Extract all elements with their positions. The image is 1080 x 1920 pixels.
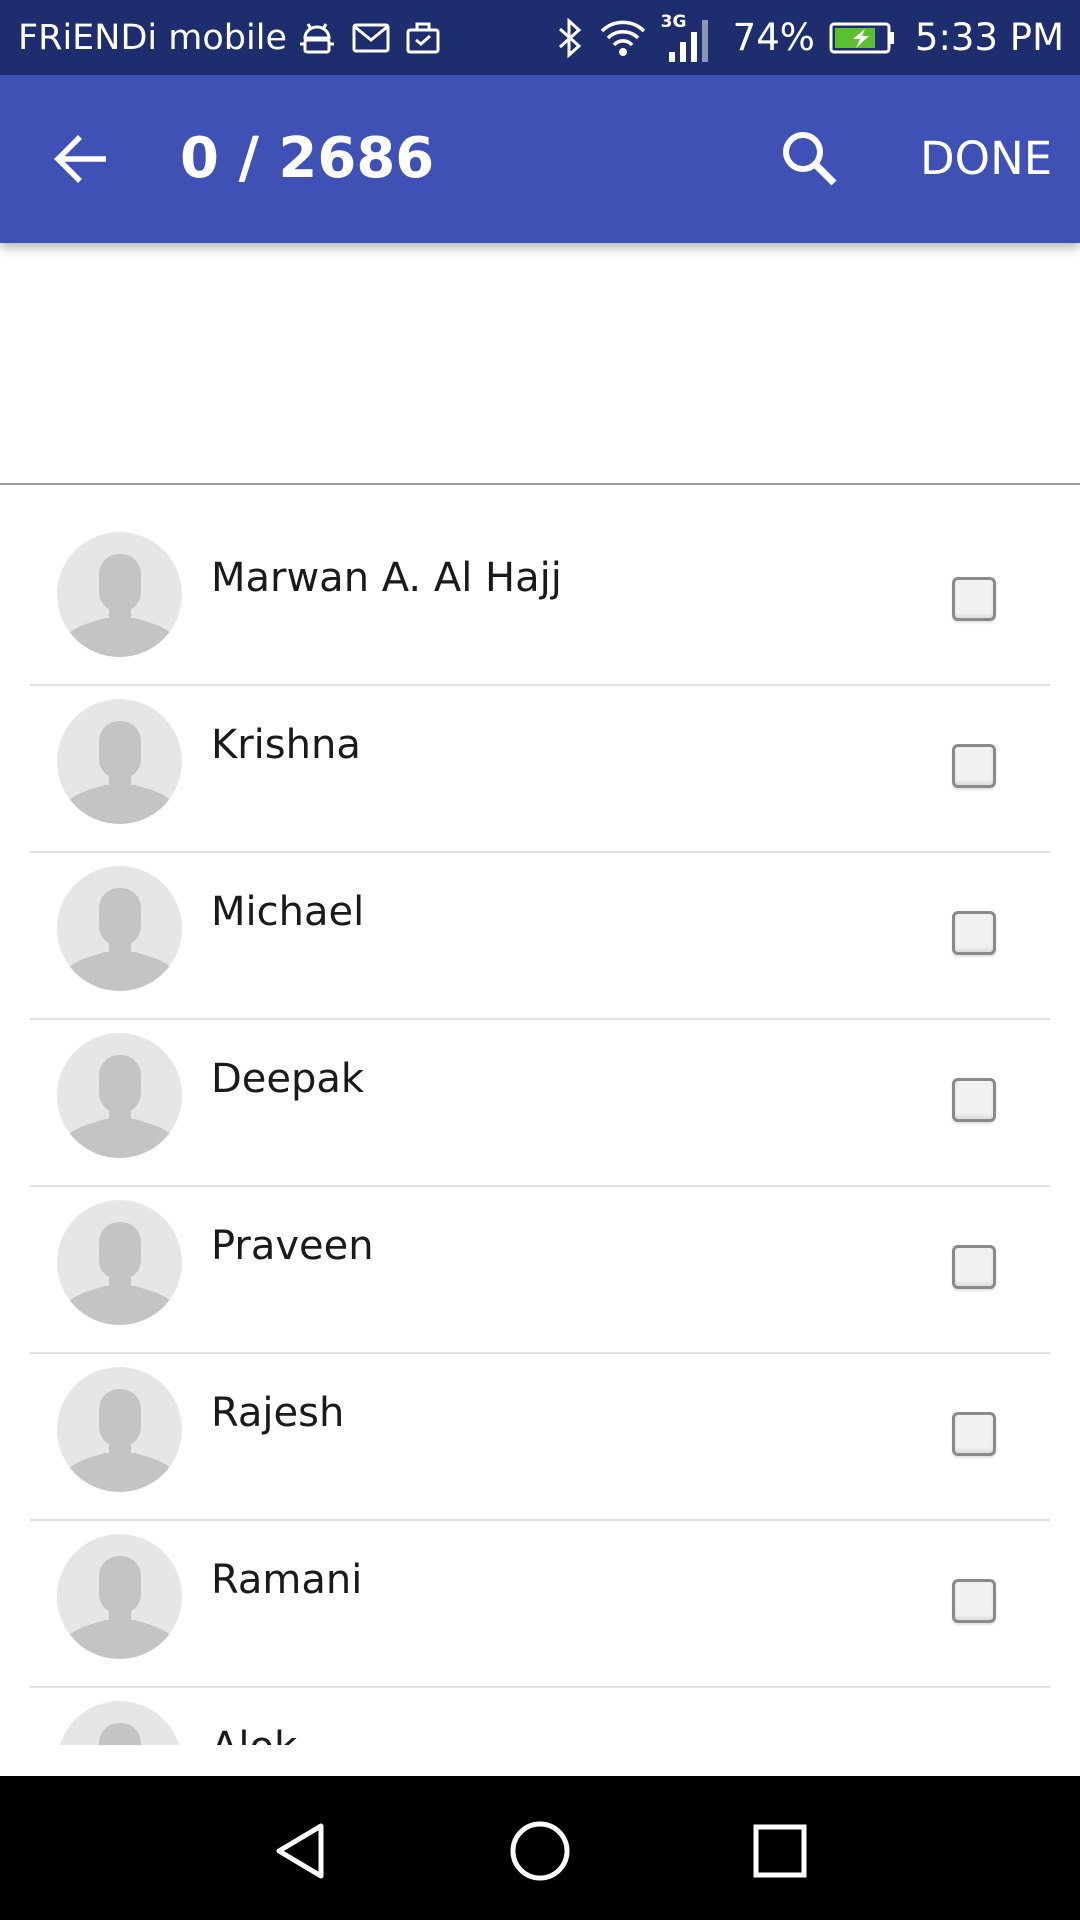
recents-nav-icon (745, 1816, 815, 1886)
back-button[interactable] (52, 129, 112, 189)
list-item[interactable]: Marwan A. Al Hajj (0, 485, 1080, 657)
carrier-name: FRiENDi mobile (18, 17, 287, 58)
system-indicators: 3G 74% 5:33 PM (555, 12, 1064, 64)
done-button[interactable]: DONE (920, 129, 1052, 189)
list-item[interactable]: Deepak (0, 986, 1080, 1158)
contact-name: Deepak (211, 1056, 365, 1102)
status-bar: FRiENDi mobile 3G 74% 5:33 PM (0, 0, 1080, 75)
contact-name: Marwan A. Al Hajj (211, 555, 562, 601)
home-nav-icon (505, 1816, 575, 1886)
contact-list[interactable]: Marwan A. Al Hajj Krishna Michael Deepak… (0, 485, 1080, 1745)
wifi-icon (599, 18, 647, 58)
back-nav-button[interactable] (265, 1816, 335, 1886)
arrow-left-icon (52, 135, 112, 193)
briefcase-icon (405, 21, 441, 55)
recents-nav-button[interactable] (745, 1816, 815, 1886)
contact-checkbox[interactable] (952, 1245, 996, 1289)
avatar-placeholder-icon (57, 1200, 182, 1325)
avatar-placeholder-icon (57, 1701, 182, 1745)
selection-count: 0 / 2686 (180, 126, 435, 191)
list-item[interactable]: Rajesh (0, 1320, 1080, 1492)
back-nav-icon (265, 1816, 335, 1886)
contact-name: Michael (211, 889, 365, 935)
list-item[interactable]: Michael (0, 819, 1080, 991)
contact-name: Krishna (211, 722, 361, 768)
contact-name: Ramani (211, 1557, 363, 1603)
avatar-placeholder-icon (57, 866, 182, 991)
list-item[interactable]: Praveen (0, 1153, 1080, 1325)
battery-percent: 74% (732, 16, 815, 59)
search-icon (778, 132, 842, 195)
home-nav-button[interactable] (505, 1816, 575, 1886)
gmail-icon (351, 21, 391, 55)
battery-charging-icon (829, 21, 895, 55)
contact-checkbox[interactable] (952, 744, 996, 788)
android-debug-icon (297, 20, 337, 56)
contact-name: Alok (211, 1722, 297, 1745)
clock: 5:33 PM (914, 16, 1064, 59)
list-header-area (0, 243, 1080, 483)
app-bar: 0 / 2686 DONE (0, 75, 1080, 243)
signal-3g-icon: 3G (661, 12, 713, 64)
list-item[interactable]: Krishna (0, 652, 1080, 824)
contact-checkbox[interactable] (952, 911, 996, 955)
contact-checkbox[interactable] (952, 1579, 996, 1623)
contact-name: Praveen (211, 1223, 374, 1269)
contact-checkbox[interactable] (952, 1412, 996, 1456)
avatar-placeholder-icon (57, 532, 182, 657)
avatar-placeholder-icon (57, 1033, 182, 1158)
bluetooth-icon (555, 16, 585, 60)
list-item[interactable]: Ramani (0, 1487, 1080, 1659)
search-button[interactable] (778, 127, 842, 191)
avatar-placeholder-icon (57, 699, 182, 824)
contact-name: Rajesh (211, 1390, 345, 1436)
contact-checkbox[interactable] (952, 1078, 996, 1122)
navigation-bar (0, 1776, 1080, 1920)
contact-checkbox[interactable] (952, 577, 996, 621)
notification-icons (297, 20, 441, 56)
network-type: 3G (660, 11, 687, 32)
avatar-placeholder-icon (57, 1534, 182, 1659)
avatar-placeholder-icon (57, 1367, 182, 1492)
list-item[interactable]: Alok (0, 1654, 1080, 1745)
